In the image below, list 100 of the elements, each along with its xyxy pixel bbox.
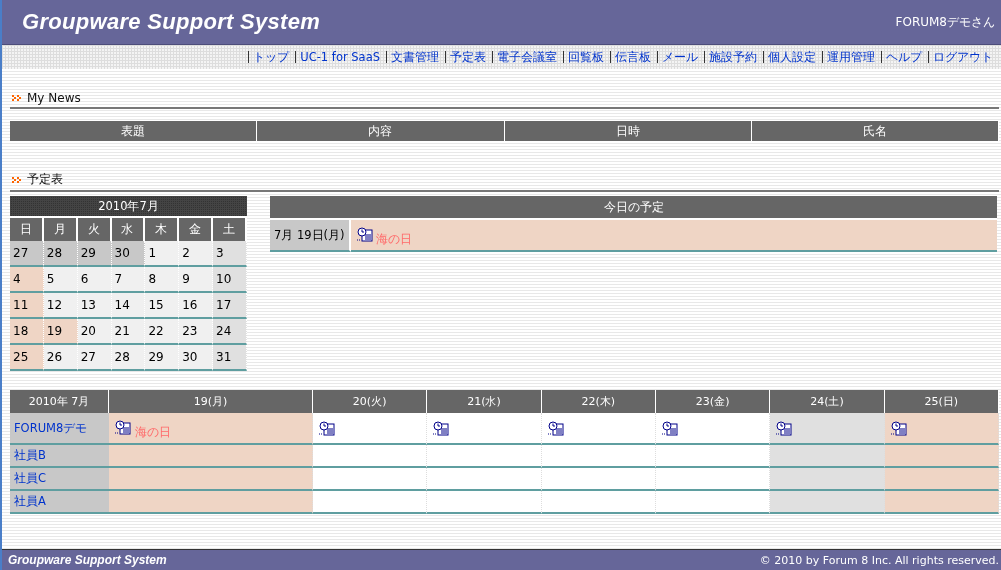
nav-link[interactable]: 個人設定 <box>763 51 822 63</box>
nav-link[interactable]: 文書管理 <box>386 51 445 63</box>
month-header: 2010年 7月 <box>10 390 109 413</box>
schedule-cell[interactable] <box>656 468 771 491</box>
calendar-day[interactable]: 2 <box>179 241 214 267</box>
schedule-cell[interactable] <box>770 491 885 514</box>
nav-link[interactable]: 電子会議室 <box>492 51 563 63</box>
nav-link[interactable]: トップ <box>248 51 296 63</box>
schedule-cell[interactable] <box>109 445 313 468</box>
schedule-cell[interactable] <box>541 445 656 468</box>
calendar-day[interactable]: 5 <box>43 267 78 293</box>
schedule-icon[interactable] <box>433 420 450 436</box>
calendar-day[interactable]: 7 <box>111 267 146 293</box>
day-header: 23(金) <box>656 390 771 413</box>
calendar-day[interactable]: 19 <box>43 319 78 345</box>
day-header: 22(木) <box>541 390 656 413</box>
day-header: 25(日) <box>884 390 999 413</box>
calendar-day[interactable]: 14 <box>111 293 146 319</box>
schedule-cell[interactable] <box>884 468 999 491</box>
schedule-cell[interactable] <box>541 468 656 491</box>
nav-link[interactable]: 施設予約 <box>704 51 763 63</box>
weekday-header: 金 <box>179 216 214 241</box>
schedule-icon[interactable] <box>356 226 373 242</box>
calendar-day[interactable]: 28 <box>43 241 78 267</box>
calendar-day[interactable]: 25 <box>10 345 44 371</box>
schedule-cell[interactable] <box>427 491 542 514</box>
user-name: FORUM8デモさん <box>895 13 995 31</box>
calendar-day[interactable]: 17 <box>213 293 247 319</box>
schedule-icon[interactable] <box>890 420 907 436</box>
nav-link[interactable]: ヘルプ <box>881 51 928 63</box>
day-header: 24(土) <box>770 390 885 413</box>
schedule-icon[interactable] <box>547 420 564 436</box>
calendar-day[interactable]: 3 <box>213 241 247 267</box>
member-name[interactable]: 社員B <box>14 448 46 462</box>
calendar-day[interactable]: 1 <box>145 241 180 267</box>
calendar-day[interactable]: 20 <box>77 319 112 345</box>
schedule-cell[interactable] <box>656 413 771 445</box>
schedule-icon[interactable] <box>662 420 678 436</box>
calendar-day[interactable]: 15 <box>145 293 180 319</box>
nav-link[interactable]: 運用管理 <box>822 51 881 63</box>
schedule-cell[interactable] <box>656 445 771 468</box>
member-name[interactable]: 社員A <box>14 494 46 508</box>
calendar-day[interactable]: 23 <box>179 319 214 345</box>
calendar-day[interactable]: 30 <box>111 241 146 267</box>
calendar-day[interactable]: 22 <box>145 319 180 345</box>
schedule-cell[interactable] <box>313 491 428 514</box>
footer-title: Groupware Support System <box>8 553 167 567</box>
day-header: 19(月) <box>109 390 313 413</box>
calendar-day[interactable]: 18 <box>10 319 44 345</box>
calendar-day[interactable]: 29 <box>77 241 112 267</box>
nav-link[interactable]: 伝言板 <box>610 51 657 63</box>
calendar-day[interactable]: 26 <box>43 345 78 371</box>
calendar-day[interactable]: 31 <box>213 345 247 371</box>
schedule-icon[interactable] <box>776 420 793 436</box>
weekday-header: 水 <box>111 216 146 241</box>
schedule-cell[interactable] <box>427 413 542 445</box>
calendar-day[interactable]: 8 <box>145 267 180 293</box>
calendar-day[interactable]: 27 <box>10 241 44 267</box>
calendar-day[interactable]: 11 <box>10 293 44 319</box>
schedule-cell[interactable] <box>770 468 885 491</box>
calendar-day[interactable]: 21 <box>111 319 146 345</box>
schedule-icon[interactable] <box>115 419 131 435</box>
nav-link[interactable]: UC-1 for SaaS <box>295 51 386 63</box>
calendar-day[interactable]: 9 <box>179 267 214 293</box>
calendar-day[interactable]: 24 <box>213 319 247 345</box>
schedule-cell[interactable] <box>656 491 771 514</box>
calendar-day[interactable]: 6 <box>77 267 112 293</box>
schedule-cell[interactable] <box>313 445 428 468</box>
schedule-cell[interactable] <box>427 468 542 491</box>
calendar-day[interactable]: 12 <box>43 293 78 319</box>
nav-link[interactable]: 回覧板 <box>563 51 610 63</box>
column-header: 表題 <box>10 121 258 141</box>
calendar-day[interactable]: 10 <box>213 267 247 293</box>
calendar-day[interactable]: 28 <box>111 345 146 371</box>
bullet-icon <box>12 176 21 183</box>
nav-link[interactable]: メール <box>657 51 704 63</box>
schedule-cell[interactable] <box>109 491 313 514</box>
today-date: 7月 19日(月) <box>270 220 351 252</box>
schedule-cell[interactable] <box>427 445 542 468</box>
nav-link[interactable]: 予定表 <box>445 51 492 63</box>
schedule-cell[interactable] <box>541 491 656 514</box>
calendar-day[interactable]: 4 <box>10 267 44 293</box>
schedule-cell[interactable] <box>313 468 428 491</box>
weekday-header: 木 <box>145 216 180 241</box>
calendar-day[interactable]: 13 <box>77 293 112 319</box>
nav-link[interactable]: ログアウト <box>928 51 999 63</box>
calendar-day[interactable]: 27 <box>77 345 112 371</box>
calendar-day[interactable]: 16 <box>179 293 214 319</box>
schedule-cell[interactable] <box>884 445 999 468</box>
schedule-cell[interactable] <box>313 413 428 445</box>
calendar-day[interactable]: 30 <box>179 345 214 371</box>
schedule-cell[interactable] <box>541 413 656 445</box>
schedule-icon[interactable] <box>319 420 335 436</box>
schedule-cell[interactable] <box>884 413 999 445</box>
schedule-cell[interactable] <box>770 413 885 445</box>
calendar-day[interactable]: 29 <box>145 345 180 371</box>
bullet-icon <box>12 95 21 101</box>
schedule-cell[interactable] <box>770 445 885 468</box>
schedule-cell[interactable] <box>109 468 313 491</box>
schedule-cell[interactable] <box>884 491 999 514</box>
